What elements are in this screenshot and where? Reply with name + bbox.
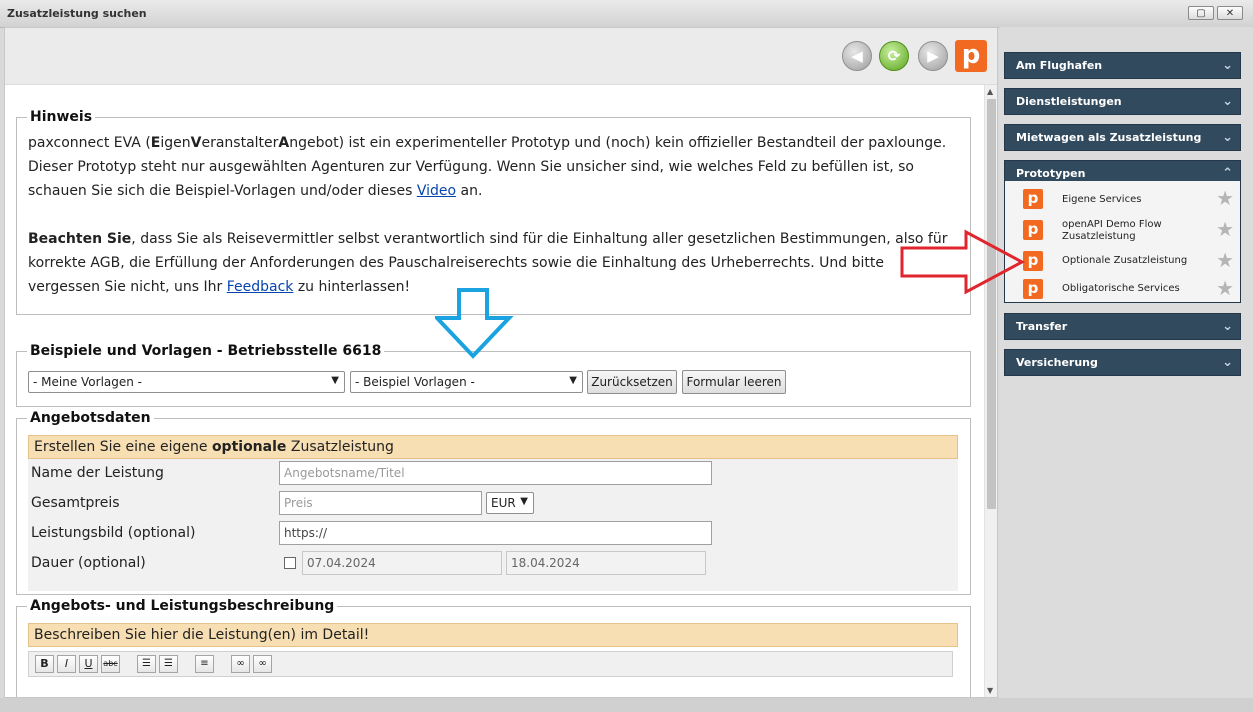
window-titlebar: Zusatzleistung suchen ▢ ✕ xyxy=(0,0,1253,28)
panel-versicherung[interactable]: Versicherung ⌄ xyxy=(1004,349,1241,376)
prototype-item-obligatorische-services[interactable]: p Obligatorische Services ★ xyxy=(1005,275,1240,303)
example-templates-select[interactable]: - Beispiel Vorlagen - ▼ xyxy=(350,371,583,393)
prototype-item-eigene-services[interactable]: p Eigene Services ★ xyxy=(1005,185,1240,213)
feedback-link[interactable]: Feedback xyxy=(227,279,294,295)
date-to-input[interactable]: 18.04.2024 xyxy=(506,551,706,575)
window-bottom-border xyxy=(0,698,1253,712)
chevron-down-icon: ⌄ xyxy=(1222,355,1233,370)
templates-legend: Beispiele und Vorlagen - Betriebsstelle … xyxy=(30,343,382,359)
panel-transfer[interactable]: Transfer ⌄ xyxy=(1004,313,1241,340)
main-frame: ◀ ⟳ ▶ p Hinweis paxconnect EVA (EigenVer… xyxy=(4,27,998,698)
unordered-list-icon: ☰ xyxy=(164,658,173,669)
offer-section-bar: Erstellen Sie eine eigene optionale Zusa… xyxy=(28,435,958,459)
hint-legend: Hinweis xyxy=(30,109,93,125)
link-icon: ∞ xyxy=(236,658,245,669)
scroll-up-icon[interactable]: ▲ xyxy=(987,87,993,96)
chevron-down-icon: ▼ xyxy=(569,375,577,386)
date-from-input[interactable]: 07.04.2024 xyxy=(302,551,502,575)
my-templates-select[interactable]: - Meine Vorlagen - ▼ xyxy=(28,371,345,393)
clear-form-button[interactable]: Formular leeren xyxy=(682,370,786,394)
price-label: Gesamtpreis xyxy=(31,495,120,511)
chevron-down-icon: ⌄ xyxy=(1222,94,1233,109)
red-right-arrow-icon xyxy=(900,229,1026,295)
bold-button[interactable]: B xyxy=(35,655,54,673)
ordered-list-button[interactable]: ☰ xyxy=(137,655,156,673)
duration-checkbox[interactable] xyxy=(284,557,296,569)
unordered-list-button[interactable]: ☰ xyxy=(159,655,178,673)
chevron-down-icon: ⌄ xyxy=(1222,130,1233,145)
panel-am-flughafen[interactable]: Am Flughafen ⌄ xyxy=(1004,52,1241,79)
refresh-button[interactable]: ⟳ xyxy=(879,41,909,71)
video-link[interactable]: Video xyxy=(417,183,456,199)
close-button[interactable]: ✕ xyxy=(1217,6,1243,20)
insert-link-button[interactable]: ∞ xyxy=(231,655,250,673)
nav-toolbar: ◀ ⟳ ▶ p xyxy=(5,28,997,85)
horizontal-rule-button[interactable]: ≡ xyxy=(195,655,214,673)
reset-button[interactable]: Zurücksetzen xyxy=(587,370,677,394)
scroll-down-icon[interactable]: ▼ xyxy=(987,686,993,695)
chevron-down-icon: ⌄ xyxy=(1222,58,1233,73)
forward-button[interactable]: ▶ xyxy=(918,41,948,71)
description-section-bar: Beschreiben Sie hier die Leistung(en) im… xyxy=(28,623,958,647)
paxlounge-logo: p xyxy=(955,40,987,72)
maximize-button[interactable]: ▢ xyxy=(1188,6,1214,20)
hint-paragraph-1: paxconnect EVA (EigenVeranstalterAngebot… xyxy=(28,135,947,199)
panel-mietwagen[interactable]: Mietwagen als Zusatzleistung ⌄ xyxy=(1004,124,1241,151)
name-input[interactable]: Angebotsname/Titel xyxy=(279,461,712,485)
horizontal-rule-icon: ≡ xyxy=(200,658,209,669)
strikethrough-button[interactable]: abc xyxy=(101,655,120,673)
arrow-left-icon: ◀ xyxy=(851,47,863,65)
hint-fieldset: Hinweis paxconnect EVA (EigenVeranstalte… xyxy=(16,109,971,315)
description-fieldset: Angebots- und Leistungsbeschreibung Besc… xyxy=(16,598,971,697)
blue-down-arrow-icon xyxy=(435,288,514,359)
description-legend: Angebots- und Leistungsbeschreibung xyxy=(30,598,335,614)
panel-dienstleistungen[interactable]: Dienstleistungen ⌄ xyxy=(1004,88,1241,115)
chevron-down-icon: ▼ xyxy=(520,496,528,507)
arrow-right-icon: ▶ xyxy=(927,47,939,65)
window-title: Zusatzleistung suchen xyxy=(7,7,147,20)
refresh-icon: ⟳ xyxy=(887,47,901,65)
scrollbar-thumb[interactable] xyxy=(987,99,996,509)
currency-select[interactable]: EUR ▼ xyxy=(486,492,534,514)
italic-button[interactable]: I xyxy=(57,655,76,673)
ordered-list-icon: ☰ xyxy=(142,658,151,669)
star-icon[interactable]: ★ xyxy=(1216,219,1234,239)
duration-label: Dauer (optional) xyxy=(31,555,146,571)
star-icon[interactable]: ★ xyxy=(1216,188,1234,208)
prototypes-list: p Eigene Services ★ p openAPI Demo Flow Z… xyxy=(1004,181,1241,303)
image-label: Leistungsbild (optional) xyxy=(31,525,196,541)
offer-fieldset: Angebotsdaten Erstellen Sie eine eigene … xyxy=(16,410,971,595)
vertical-scrollbar[interactable]: ▲ ▼ xyxy=(984,85,997,697)
image-url-input[interactable]: https:// xyxy=(279,521,712,545)
star-icon[interactable]: ★ xyxy=(1216,278,1234,298)
chevron-down-icon: ▼ xyxy=(331,375,339,386)
unlink-icon: ∞ xyxy=(258,658,267,669)
close-icon: ✕ xyxy=(1225,8,1235,19)
paxlounge-logo-icon: p xyxy=(1023,189,1043,209)
offer-legend: Angebotsdaten xyxy=(30,410,151,426)
prototype-item-optionale-zusatzleistung[interactable]: p Optionale Zusatzleistung ★ xyxy=(1005,247,1240,275)
content-area: Hinweis paxconnect EVA (EigenVeranstalte… xyxy=(5,85,984,697)
prototype-item-openapi-demo[interactable]: p openAPI Demo Flow Zusatzleistung ★ xyxy=(1005,216,1240,244)
remove-link-button[interactable]: ∞ xyxy=(253,655,272,673)
maximize-icon: ▢ xyxy=(1196,8,1206,19)
back-button[interactable]: ◀ xyxy=(842,41,872,71)
star-icon[interactable]: ★ xyxy=(1216,250,1234,270)
chevron-down-icon: ⌄ xyxy=(1222,319,1233,334)
offer-form: Name der Leistung Angebotsname/Titel Ges… xyxy=(28,459,958,591)
name-label: Name der Leistung xyxy=(31,465,164,481)
editor-toolbar: B I U abc ☰ ☰ ≡ ∞ ∞ xyxy=(28,651,953,677)
underline-button[interactable]: U xyxy=(79,655,98,673)
sidebar: Am Flughafen ⌄ Dienstleistungen ⌄ Mietwage… xyxy=(999,27,1253,712)
price-input[interactable]: Preis xyxy=(279,491,482,515)
